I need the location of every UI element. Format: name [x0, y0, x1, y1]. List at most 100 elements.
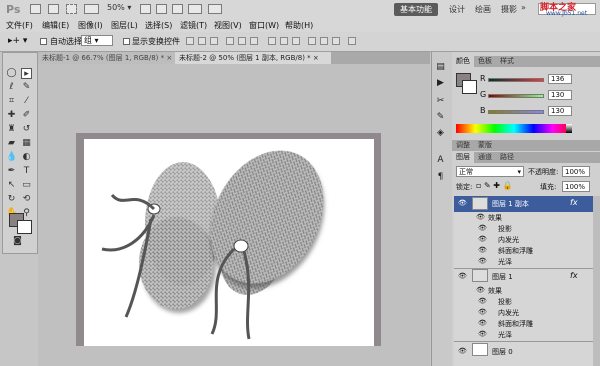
eyedropper-icon[interactable]: ⁄ — [21, 96, 32, 107]
fill-field[interactable]: 100% — [562, 181, 590, 192]
slider-b[interactable] — [488, 110, 544, 114]
slider-r-value[interactable]: 136 — [548, 74, 572, 84]
blur-tool-icon[interactable]: 💧 — [6, 152, 17, 163]
eye-icon[interactable]: 👁 — [476, 286, 485, 294]
tab-layers[interactable]: 图层 — [452, 152, 474, 163]
align-left-icon[interactable] — [226, 37, 234, 45]
document-canvas[interactable] — [84, 139, 374, 346]
align-right-icon[interactable] — [250, 37, 258, 45]
tab-styles[interactable]: 样式 — [496, 56, 518, 67]
menu-image[interactable]: 图像(I) — [78, 20, 103, 31]
opacity-field[interactable]: 100% — [562, 166, 590, 177]
document-tab-1[interactable]: 未标题-1 @ 66.7% (图层 1, RGB/8) * × — [38, 52, 180, 64]
layer-name[interactable]: 图层 1 副本 — [492, 199, 529, 209]
layer-name[interactable]: 图层 1 — [492, 272, 513, 282]
path-select-icon[interactable]: ↖ — [6, 180, 17, 191]
healing-brush-icon[interactable]: ✚ — [6, 110, 17, 121]
color-spectrum-bw[interactable] — [566, 124, 572, 133]
tab-adjustments[interactable]: 调整 — [452, 140, 474, 151]
brush-panel-icon[interactable]: ✎ — [434, 112, 447, 123]
workspace-essentials[interactable]: 基本功能 — [394, 3, 438, 16]
workspace-painting[interactable]: 绘画 — [470, 3, 496, 16]
layers-scrollbar[interactable] — [593, 196, 600, 366]
gradient-tool-icon[interactable]: ▦ — [21, 138, 32, 149]
menu-window[interactable]: 窗口(W) — [249, 20, 279, 31]
effect-item[interactable]: 斜面和浮雕 — [498, 246, 533, 256]
align-top-icon[interactable] — [186, 37, 194, 45]
clone-source-icon[interactable]: ◈ — [434, 128, 447, 139]
distribute-left-icon[interactable] — [308, 37, 316, 45]
auto-select-checkbox[interactable] — [40, 38, 47, 45]
color-spectrum-bar[interactable] — [456, 124, 572, 133]
clone-stamp-icon[interactable]: ♜ — [6, 124, 17, 135]
eye-icon[interactable]: 👁 — [458, 347, 467, 355]
hand-tool-icon[interactable] — [140, 4, 151, 14]
screen-mode-icon[interactable] — [208, 4, 222, 14]
menu-layer[interactable]: 图层(L) — [111, 20, 138, 31]
eye-icon[interactable]: 👁 — [458, 199, 467, 207]
slider-g-value[interactable]: 130 — [548, 90, 572, 100]
tab-channels[interactable]: 通道 — [474, 152, 496, 163]
zoom-tool-icon[interactable] — [156, 4, 167, 14]
workspace-design[interactable]: 设计 — [444, 3, 470, 16]
quick-select-icon[interactable]: ✎ — [21, 82, 32, 93]
align-bottom-icon[interactable] — [210, 37, 218, 45]
distribute-bottom-icon[interactable] — [292, 37, 300, 45]
layer-name[interactable]: 图层 0 — [492, 347, 513, 357]
menu-help[interactable]: 帮助(H) — [285, 20, 313, 31]
shape-tool-icon[interactable]: ▭ — [21, 180, 32, 191]
eye-icon[interactable]: 👁 — [478, 330, 487, 338]
eye-icon[interactable]: 👁 — [478, 308, 487, 316]
align-vcenter-icon[interactable] — [198, 37, 206, 45]
eye-icon[interactable]: 👁 — [478, 235, 487, 243]
distribute-top-icon[interactable] — [268, 37, 276, 45]
lasso-tool-icon[interactable]: ℓ — [6, 82, 17, 93]
workspace-photography[interactable]: 摄影 — [496, 3, 522, 16]
distribute-right-icon[interactable] — [332, 37, 340, 45]
background-color-swatch[interactable] — [17, 220, 32, 234]
effect-item[interactable]: 光泽 — [498, 330, 512, 340]
character-panel-icon[interactable]: A — [434, 155, 447, 166]
arrange-documents-icon[interactable] — [188, 4, 202, 14]
align-hcenter-icon[interactable] — [238, 37, 246, 45]
effect-item[interactable]: 光泽 — [498, 257, 512, 267]
color-panel-background-swatch[interactable] — [462, 80, 477, 94]
quick-mask-icon[interactable]: ◙ — [12, 236, 23, 247]
slider-b-value[interactable]: 130 — [548, 106, 572, 116]
3d-orbit-icon[interactable]: ⟲ — [21, 194, 32, 205]
show-transform-checkbox[interactable] — [123, 38, 130, 45]
tab-masks[interactable]: 蒙版 — [474, 140, 496, 151]
menu-view[interactable]: 视图(V) — [214, 20, 242, 31]
fx-icon[interactable]: fx — [570, 198, 578, 207]
minibridge-icon[interactable] — [48, 4, 59, 14]
zoom-level-select[interactable]: 50% ▾ — [107, 3, 131, 12]
brush-tool-icon[interactable]: ✐ — [21, 110, 32, 121]
effect-item[interactable]: 投影 — [498, 224, 512, 234]
view-extras-icon[interactable] — [84, 4, 99, 14]
eye-icon[interactable]: 👁 — [458, 272, 467, 280]
menu-select[interactable]: 选择(S) — [145, 20, 172, 31]
history-brush-icon[interactable]: ↺ — [21, 124, 32, 135]
effect-item[interactable]: 投影 — [498, 297, 512, 307]
slider-g[interactable] — [488, 94, 544, 98]
menu-file[interactable]: 文件(F) — [6, 20, 33, 31]
auto-select-dropdown[interactable]: 组 ▾ — [81, 35, 113, 46]
eye-icon[interactable]: 👁 — [478, 257, 487, 265]
history-panel-icon[interactable]: ▤ — [434, 62, 447, 73]
marquee-tool-icon[interactable]: ◯ — [6, 68, 17, 79]
guides-icon[interactable] — [66, 4, 77, 14]
menu-edit[interactable]: 编辑(E) — [42, 20, 69, 31]
move-tool-icon[interactable]: ▸ — [21, 68, 32, 79]
type-tool-icon[interactable]: T — [21, 166, 32, 177]
distribute-vcenter-icon[interactable] — [280, 37, 288, 45]
workspace-more-icon[interactable]: » — [521, 3, 526, 12]
menu-filter[interactable]: 滤镜(T) — [180, 20, 207, 31]
eye-icon[interactable]: 👁 — [478, 246, 487, 254]
pen-tool-icon[interactable]: ✒ — [6, 166, 17, 177]
rotate-view-icon[interactable] — [172, 4, 183, 14]
bridge-icon[interactable] — [30, 4, 41, 14]
slider-r[interactable] — [488, 78, 544, 82]
actions-panel-icon[interactable]: ▶ — [434, 78, 447, 89]
tab-color[interactable]: 颜色 — [452, 56, 474, 67]
eraser-tool-icon[interactable]: ▰ — [6, 138, 17, 149]
